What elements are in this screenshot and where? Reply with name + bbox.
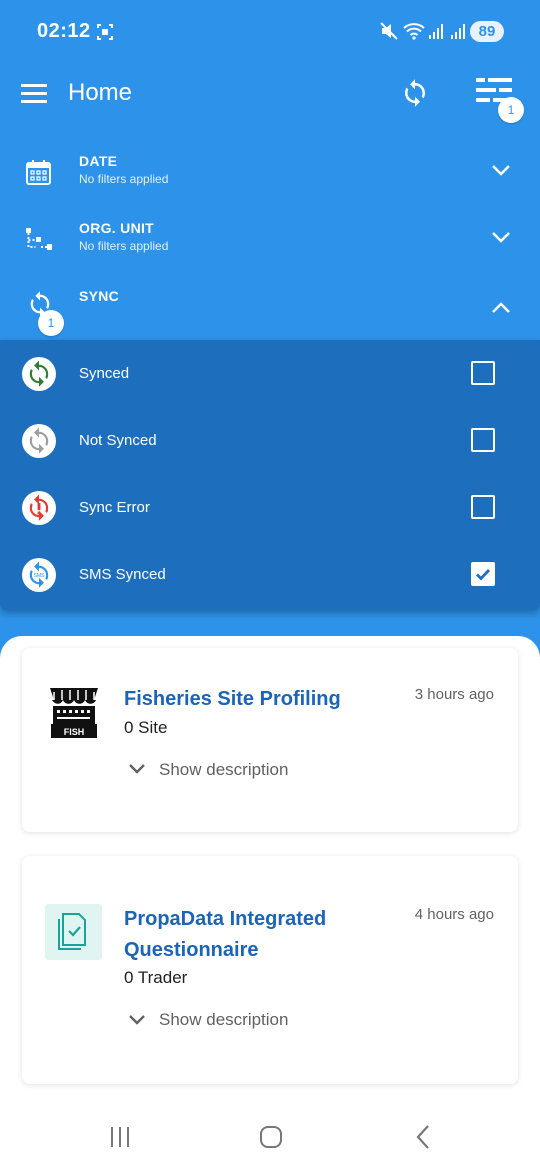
program-title[interactable]: PropaData Integrated Questionnaire [124, 904, 344, 966]
sync-option-label: Synced [79, 365, 130, 382]
wifi-icon [403, 23, 425, 40]
app-bar: Home 1 [0, 62, 540, 126]
sync-option-not-synced[interactable]: Not Synced [0, 407, 540, 474]
synced-icon [22, 357, 56, 391]
signal-icon [451, 24, 465, 39]
svg-text:SMS: SMS [33, 573, 45, 579]
battery-level: 89 [470, 21, 504, 42]
chevron-down-icon[interactable] [490, 229, 512, 245]
filter-title: SYNC [79, 288, 120, 304]
sync-option-sync-error[interactable]: Sync Error [0, 474, 540, 541]
signal-icon [429, 24, 443, 39]
filter-date[interactable]: DATE No filters applied [0, 140, 540, 206]
not-synced-icon [22, 424, 56, 458]
record-count: 0 Trader [124, 968, 188, 987]
record-count: 0 Site [124, 718, 168, 737]
sync-option-label: Not Synced [79, 432, 157, 449]
sync-option-synced[interactable]: Synced [0, 340, 540, 407]
back-icon[interactable] [412, 1124, 434, 1150]
filter-subtitle: No filters applied [79, 172, 169, 186]
status-bar: 02:12 89 [0, 0, 540, 62]
filter-subtitle: No filters applied [79, 239, 169, 253]
sync-option-sms-synced[interactable]: SMS SMS Synced [0, 541, 540, 608]
filter-title: ORG. UNIT [79, 220, 155, 236]
home-icon[interactable] [259, 1125, 283, 1149]
program-list: FISH Fisheries Site Profiling 3 hours ag… [0, 636, 540, 1106]
last-updated: 4 hours ago [414, 906, 494, 923]
sync-option-label: Sync Error [79, 499, 150, 516]
sms-synced-icon: SMS [22, 558, 56, 592]
show-description-link[interactable]: Show description [159, 1010, 288, 1030]
system-nav-bar [0, 1106, 540, 1170]
program-card[interactable]: PropaData Integrated Questionnaire 4 hou… [22, 856, 518, 1084]
page-title: Home [68, 79, 133, 106]
org-unit-icon [26, 228, 52, 250]
sync-icon[interactable] [400, 78, 430, 108]
program-card[interactable]: FISH Fisheries Site Profiling 3 hours ag… [22, 648, 518, 832]
chevron-down-icon[interactable] [128, 1013, 146, 1027]
chevron-down-icon[interactable] [490, 162, 512, 178]
synced-checkbox[interactable] [471, 361, 495, 385]
status-time: 02:12 [37, 20, 91, 42]
filter-title: DATE [79, 153, 118, 169]
filter-org-unit[interactable]: ORG. UNIT No filters applied [0, 207, 540, 273]
questionnaire-icon [45, 904, 102, 960]
sync-options-panel: Synced Not Synced Sync Error SMS SMS Syn… [0, 340, 540, 610]
screenshot-icon [97, 24, 113, 40]
not-synced-checkbox[interactable] [471, 428, 495, 452]
svg-text:FISH: FISH [64, 727, 85, 737]
sync-filter-badge: 1 [38, 310, 64, 336]
last-updated: 3 hours ago [414, 686, 494, 703]
filter-count-badge: 1 [498, 97, 524, 123]
recent-apps-icon[interactable] [108, 1125, 132, 1149]
sync-option-label: SMS Synced [79, 566, 166, 583]
chevron-down-icon[interactable] [128, 762, 146, 776]
fish-market-icon: FISH [46, 684, 102, 740]
menu-icon[interactable] [20, 81, 48, 105]
show-description-link[interactable]: Show description [159, 760, 288, 780]
sms-synced-checkbox[interactable] [471, 562, 495, 586]
checkmark-icon [476, 569, 491, 581]
mute-icon [380, 22, 398, 40]
filter-sync[interactable]: 1 SYNC [0, 274, 540, 340]
sync-error-icon [22, 491, 56, 525]
program-title[interactable]: Fisheries Site Profiling [124, 684, 394, 715]
chevron-up-icon[interactable] [490, 300, 512, 316]
sync-error-checkbox[interactable] [471, 495, 495, 519]
calendar-icon [26, 160, 51, 185]
